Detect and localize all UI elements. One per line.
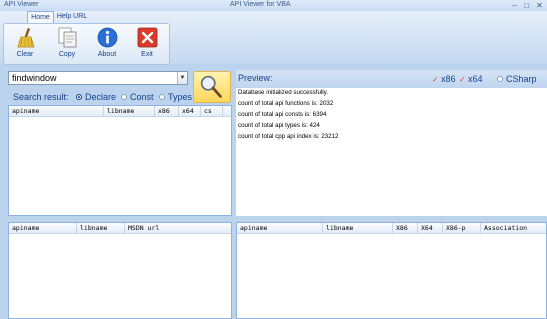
magnifier-icon xyxy=(200,75,222,98)
search-button[interactable] xyxy=(193,71,231,103)
option-x64[interactable]: ✓ x64 xyxy=(459,74,483,84)
col-x64[interactable]: X64 xyxy=(418,223,443,233)
col-libname[interactable]: libname xyxy=(104,106,155,116)
copy-label: Copy xyxy=(58,51,76,58)
option-csharp-label: CSharp xyxy=(506,74,537,84)
association-table-header: apiname libname X86 X64 X86-p Associatio… xyxy=(237,223,546,234)
about-button[interactable]: About xyxy=(91,26,123,62)
copy-button[interactable]: Copy xyxy=(51,26,83,62)
radio-declare[interactable]: Declare xyxy=(76,92,116,102)
window-title: API Viewer for VBA xyxy=(230,1,291,8)
exit-button[interactable]: Exit xyxy=(131,26,163,62)
option-x86[interactable]: ✓ x86 xyxy=(432,74,456,84)
exit-icon xyxy=(137,27,158,48)
option-csharp[interactable]: CSharp xyxy=(497,74,537,84)
search-value: findwindow xyxy=(12,73,57,83)
clear-label: Clear xyxy=(16,51,34,58)
chevron-down-icon[interactable]: ▼ xyxy=(177,72,187,84)
preview-text-area[interactable]: Database initialized successfully. count… xyxy=(236,88,547,216)
preview-line: count of total cpp api index is: 23212 xyxy=(238,133,339,140)
tab-help-url[interactable]: Help URL xyxy=(56,11,88,23)
radio-const[interactable]: Const xyxy=(121,92,154,102)
preview-line: count of total api types is: 424 xyxy=(238,122,320,129)
radio-dot-selected xyxy=(76,94,82,100)
association-table[interactable]: apiname libname X86 X64 X86-p Associatio… xyxy=(236,222,547,319)
radio-dot xyxy=(159,94,165,100)
col-association[interactable]: Association xyxy=(481,223,546,233)
option-x86-label: x86 xyxy=(441,74,456,84)
msdn-table-header: apiname libname MSDN url xyxy=(9,223,231,234)
checkmark-icon: ✓ xyxy=(459,75,466,84)
msdn-table[interactable]: apiname libname MSDN url xyxy=(8,222,232,319)
clear-button[interactable]: Clear xyxy=(9,26,41,62)
copy-icon xyxy=(58,27,77,48)
radio-types[interactable]: Types xyxy=(159,92,192,102)
col-libname[interactable]: libname xyxy=(323,223,393,233)
col-x86-p[interactable]: X86-p xyxy=(443,223,481,233)
preview-line: Database initialized successfully. xyxy=(238,89,328,96)
radio-declare-label: Declare xyxy=(85,92,117,102)
close-window-button[interactable]: ✕ xyxy=(533,1,546,10)
col-x86[interactable]: x86 xyxy=(155,106,179,116)
search-result-label: Search result: xyxy=(13,92,69,102)
col-apiname[interactable]: apiname xyxy=(237,223,323,233)
preview-line: count of total api functions is: 2032 xyxy=(238,100,334,107)
preview-line: count of total api consts is: 6394 xyxy=(238,111,327,118)
option-x64-label: x64 xyxy=(468,74,483,84)
info-icon xyxy=(97,27,118,48)
exit-label: Exit xyxy=(141,51,153,58)
radio-dot xyxy=(497,76,503,82)
maximize-button[interactable]: □ xyxy=(520,1,533,10)
col-msdn-url[interactable]: MSDN url xyxy=(125,223,231,233)
col-libname[interactable]: libname xyxy=(77,223,125,233)
radio-dot xyxy=(121,94,127,100)
app-title: API Viewer xyxy=(4,1,39,8)
col-apiname[interactable]: apiname xyxy=(9,106,104,116)
results-table[interactable]: apiname libname x86 x64 cs xyxy=(8,105,232,216)
col-x64[interactable]: x64 xyxy=(179,106,201,116)
radio-const-label: Const xyxy=(130,92,154,102)
broom-icon xyxy=(17,27,35,48)
about-label: About xyxy=(97,51,117,58)
checkmark-icon: ✓ xyxy=(432,75,439,84)
results-table-header: apiname libname x86 x64 cs xyxy=(9,106,231,117)
search-input[interactable]: findwindow ▼ xyxy=(8,71,188,85)
preview-label: Preview: xyxy=(238,73,273,83)
title-bar: API Viewer API Viewer for VBA – □ ✕ xyxy=(0,0,547,11)
col-apiname[interactable]: apiname xyxy=(9,223,77,233)
col-x86[interactable]: X86 xyxy=(393,223,418,233)
col-cs[interactable]: cs xyxy=(201,106,223,116)
radio-types-label: Types xyxy=(168,92,193,102)
